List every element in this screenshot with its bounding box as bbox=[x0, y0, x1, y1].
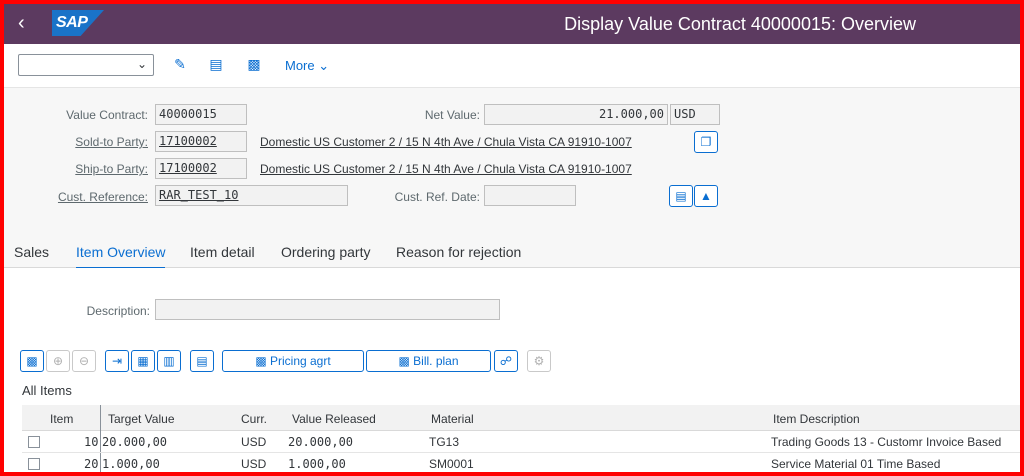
all-items-title: All Items bbox=[22, 383, 72, 398]
tab-sales[interactable]: Sales bbox=[14, 244, 49, 260]
tab-bar: Sales Item Overview Item detail Ordering… bbox=[4, 236, 1020, 269]
bill-plan-button[interactable]: ▩ Bill. plan bbox=[366, 350, 491, 372]
description-field[interactable] bbox=[155, 299, 500, 320]
tab-item-overview[interactable]: Item Overview bbox=[76, 244, 166, 269]
ship-to-label[interactable]: Ship-to Party: bbox=[44, 162, 148, 176]
copy-document-icon[interactable]: ❐ bbox=[694, 131, 718, 153]
sold-to-field[interactable]: 17100002 bbox=[155, 131, 247, 152]
remove-item-icon: ⊖ bbox=[72, 350, 96, 372]
net-value-field[interactable]: 21.000,00 bbox=[484, 104, 668, 125]
cust-ref-date-label: Cust. Ref. Date: bbox=[394, 190, 480, 204]
currency-field[interactable]: USD bbox=[670, 104, 720, 125]
pricing-list-icon[interactable]: ▤ bbox=[190, 350, 214, 372]
col-target-value[interactable]: Target Value bbox=[108, 412, 175, 426]
row-checkbox[interactable] bbox=[28, 458, 40, 470]
item-overview-panel: Description: ▩ ⊕ ⊖ ⇥ ▦ ▥ ▤ ▩ Pricing agr… bbox=[4, 268, 1020, 472]
sold-to-description-link[interactable]: Domestic US Customer 2 / 15 N 4th Ave / … bbox=[260, 135, 632, 149]
display-item-icon[interactable]: ▩ bbox=[20, 350, 44, 372]
cust-reference-label[interactable]: Cust. Reference: bbox=[44, 190, 148, 204]
more-menu-button[interactable]: More ⌄ bbox=[285, 58, 329, 74]
app-frame: ‹ SAP Display Value Contract 40000015: O… bbox=[4, 4, 1020, 472]
app-toolbar: ⌄ ✎ ▤ ▩ More ⌄ bbox=[4, 44, 1020, 88]
row-checkbox[interactable] bbox=[28, 436, 40, 448]
table-header: Item Target Value Curr. Value Released M… bbox=[22, 405, 1020, 431]
display-header-doc-icon[interactable]: ▤ bbox=[669, 185, 693, 207]
col-currency[interactable]: Curr. bbox=[241, 412, 267, 426]
tab-item-detail[interactable]: Item detail bbox=[190, 244, 255, 260]
cust-reference-field[interactable]: RAR_TEST_10 bbox=[155, 185, 348, 206]
tab-reason-for-rejection[interactable]: Reason for rejection bbox=[396, 244, 521, 260]
expand-list-icon[interactable]: ⇥ bbox=[105, 350, 129, 372]
col-value-released[interactable]: Value Released bbox=[292, 412, 376, 426]
description-label: Description: bbox=[86, 304, 150, 318]
display-doc-icon[interactable]: ▩ bbox=[244, 56, 264, 76]
value-contract-label: Value Contract: bbox=[66, 108, 148, 122]
add-item-icon: ⊕ bbox=[46, 350, 70, 372]
stamp-icon[interactable]: ▲ bbox=[694, 185, 718, 207]
document-header-icon[interactable]: ▤ bbox=[206, 56, 226, 76]
edit-pencil-icon[interactable]: ✎ bbox=[170, 56, 190, 76]
cust-ref-date-field[interactable] bbox=[484, 185, 576, 206]
deselect-all-icon[interactable]: ▥ bbox=[157, 350, 181, 372]
page-title: Display Value Contract 40000015: Overvie… bbox=[564, 14, 916, 34]
command-select[interactable]: ⌄ bbox=[18, 54, 154, 76]
col-material[interactable]: Material bbox=[431, 412, 474, 426]
link-icon[interactable]: ☍ bbox=[494, 350, 518, 372]
col-item[interactable]: Item bbox=[50, 412, 73, 426]
back-arrow-icon[interactable]: ‹ bbox=[18, 13, 25, 33]
table-row[interactable]: 20 1.000,00 USD 1.000,00 SM0001 Service … bbox=[22, 453, 1020, 472]
sap-logo[interactable]: SAP bbox=[52, 10, 104, 36]
table-row[interactable]: 10 20.000,00 USD 20.000,00 TG13 Trading … bbox=[22, 431, 1020, 453]
value-contract-field[interactable]: 40000015 bbox=[155, 104, 247, 125]
chevron-down-icon: ⌄ bbox=[136, 57, 147, 71]
pricing-agrt-button[interactable]: ▩ Pricing agrt bbox=[222, 350, 364, 372]
ship-to-description-link[interactable]: Domestic US Customer 2 / 15 N 4th Ave / … bbox=[260, 162, 632, 176]
ship-to-field[interactable]: 17100002 bbox=[155, 158, 247, 179]
settings-icon: ⚙ bbox=[527, 350, 551, 372]
select-all-icon[interactable]: ▦ bbox=[131, 350, 155, 372]
net-value-label: Net Value: bbox=[424, 108, 480, 122]
shell-bar: ‹ SAP Display Value Contract 40000015: O… bbox=[4, 4, 1020, 44]
sold-to-label[interactable]: Sold-to Party: bbox=[44, 135, 148, 149]
tab-ordering-party[interactable]: Ordering party bbox=[281, 244, 370, 260]
col-item-description[interactable]: Item Description bbox=[773, 412, 860, 426]
